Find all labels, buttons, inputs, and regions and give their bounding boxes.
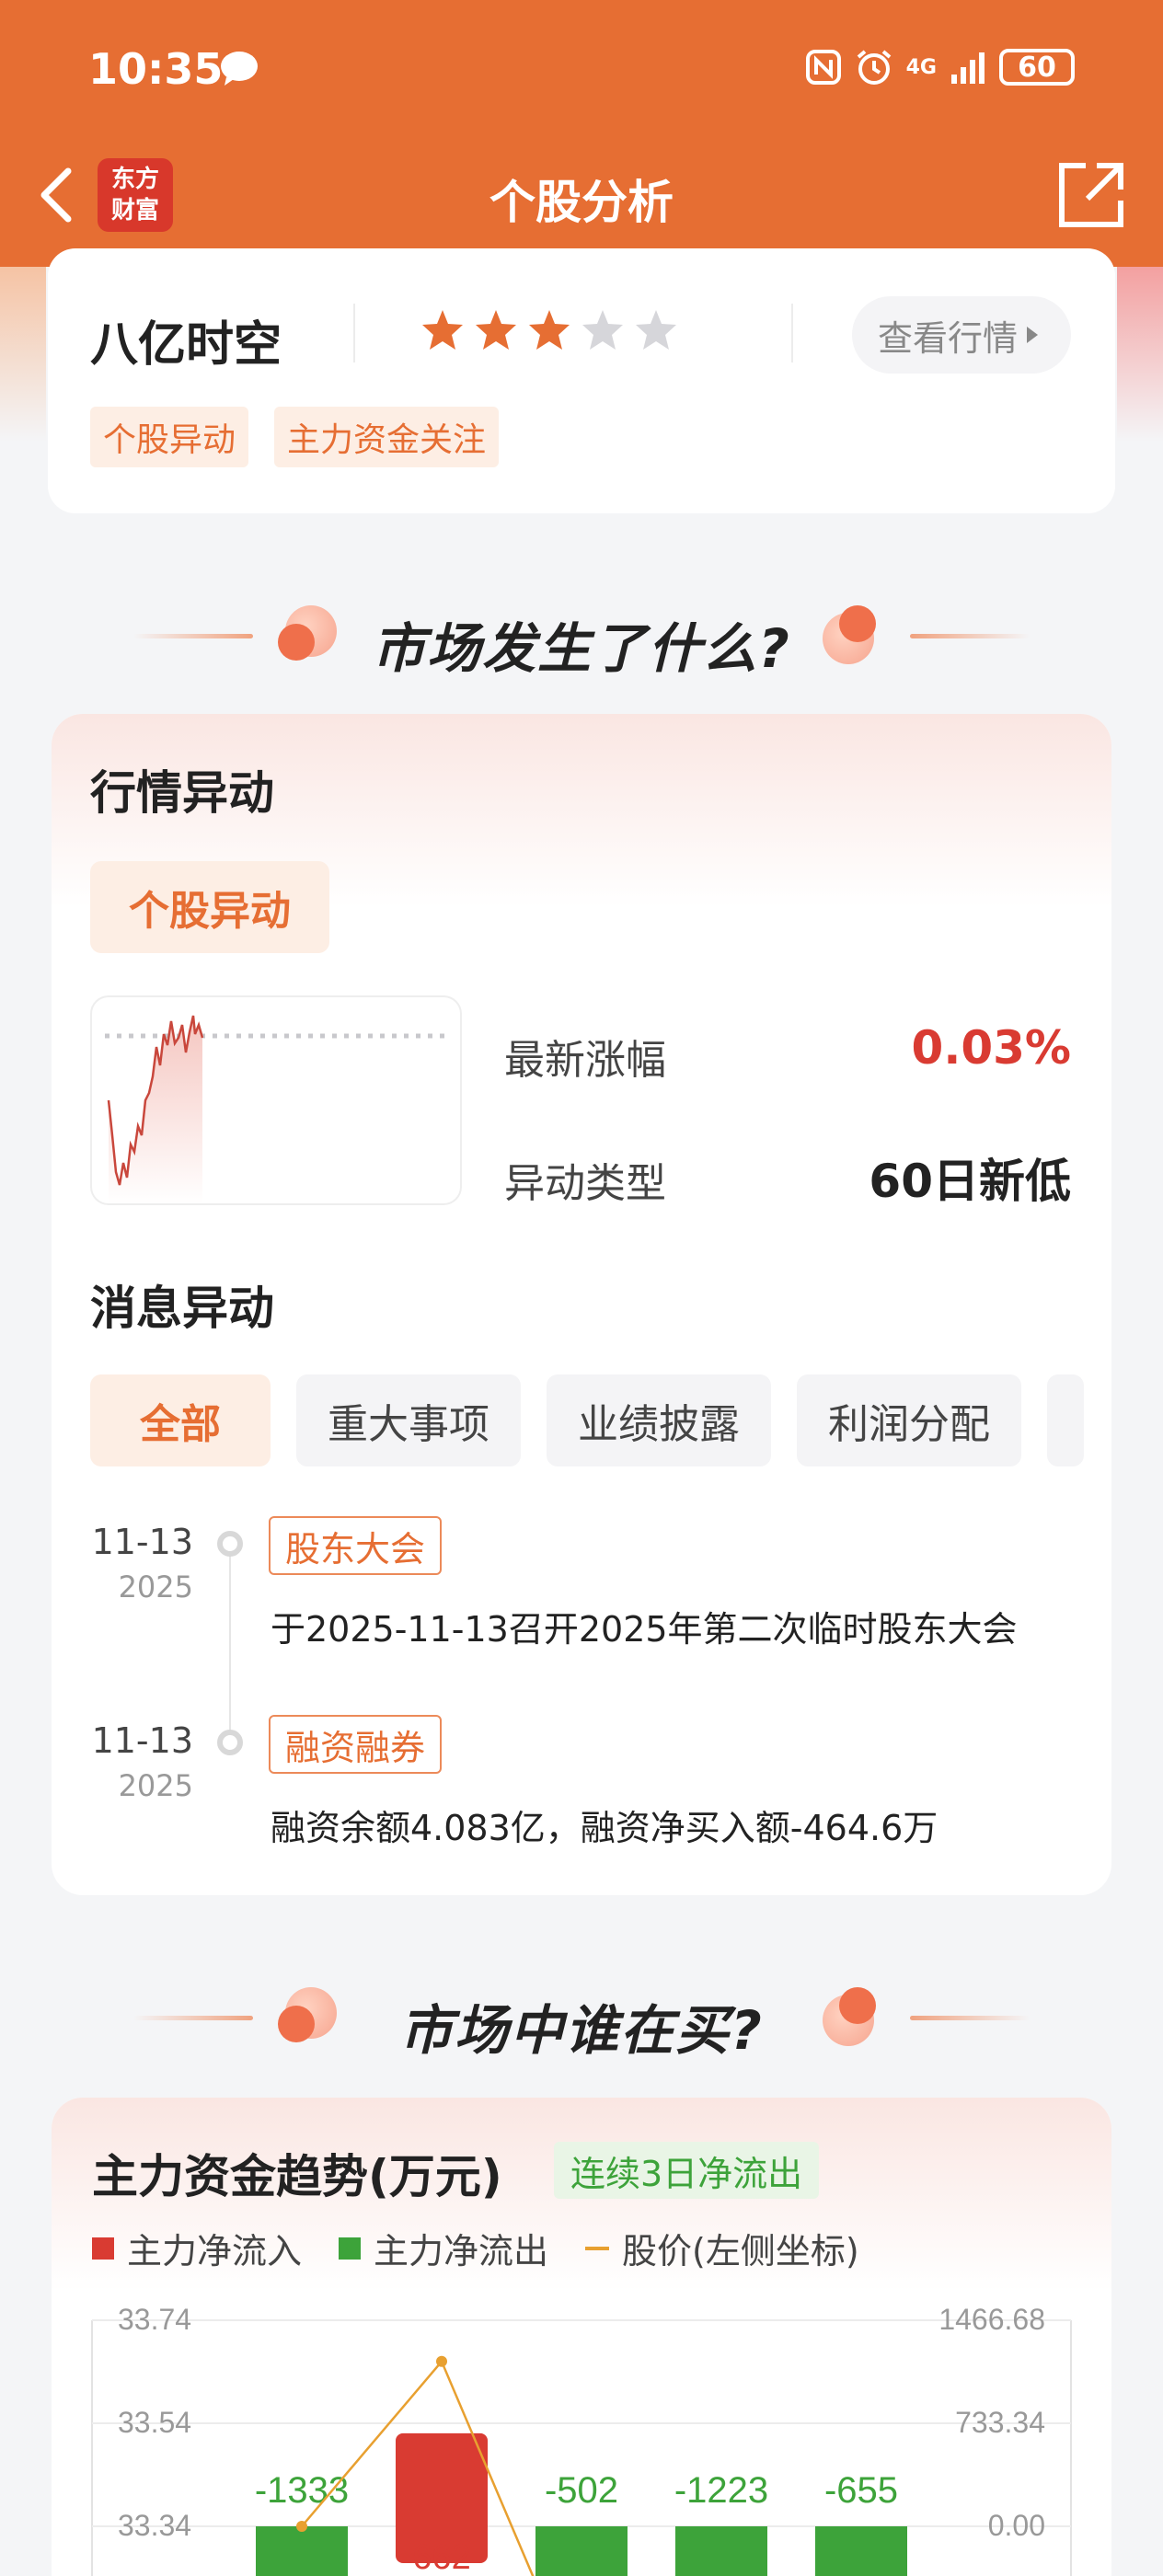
right-tick-label: 733.34 (955, 2406, 1045, 2439)
legend-item: 主力净流入 (92, 2223, 302, 2273)
divider (353, 304, 355, 362)
event-date: 11-13 (91, 1522, 193, 1562)
price-point (296, 2521, 307, 2532)
bar-value-label: 662 (412, 2538, 470, 2576)
intraday-mini-chart[interactable] (90, 995, 462, 1205)
market-anomaly-card: 行情异动 个股异动 最新涨幅 0.03% 异动类型 60日新低 消息异动 全部 … (52, 714, 1111, 1895)
bar-value-label: -502 (545, 2470, 618, 2511)
status-time: 10:35 (88, 44, 224, 94)
stock-tag: 主力资金关注 (274, 407, 500, 467)
section-title: 市场中谁在买? (399, 1999, 764, 2062)
battery-icon: 60 (999, 49, 1075, 86)
news-filter-tabs: 全部 重大事项 业绩披露 利润分配 (90, 1374, 1084, 1466)
decor-ball-icon (823, 1987, 878, 2046)
decor-ball-icon (823, 605, 878, 664)
card-title: 主力资金趋势(万元) (92, 2150, 502, 2203)
legend-swatch (339, 2237, 362, 2260)
star-filled-icon (476, 310, 516, 350)
section-header: 市场发生了什么? (0, 585, 1163, 686)
section-title: 市场发生了什么? (372, 617, 791, 680)
left-tick-label: 33.34 (118, 2509, 191, 2542)
decor-line (910, 634, 1030, 638)
background-glow-right (1117, 267, 1163, 442)
nfc-icon (805, 50, 841, 85)
latest-change-label: 最新涨幅 (504, 1037, 666, 1084)
right-tick-label: 1466.68 (938, 2303, 1045, 2336)
event-text[interactable]: 于2025-11-13召开2025年第二次临时股东大会 (271, 1601, 1018, 1651)
signal-icon (951, 52, 985, 84)
view-quote-button[interactable]: 查看行情 (851, 296, 1071, 374)
news-anomaly-title: 消息异动 (90, 1282, 274, 1335)
outflow-bar (815, 2526, 907, 2576)
latest-change-value: 0.03% (911, 1021, 1071, 1075)
price-point (436, 2355, 447, 2367)
legend-swatch (92, 2237, 114, 2260)
timeline-dot (217, 1531, 243, 1557)
navigation-bar: 东方 财富 个股分析 (0, 147, 1163, 239)
event-year: 2025 (118, 1768, 193, 1803)
share-icon[interactable] (1056, 160, 1126, 230)
legend-item: 主力净流出 (339, 2223, 548, 2273)
legend-item: 股价(左侧坐标) (585, 2223, 859, 2273)
background-glow-left (0, 267, 46, 442)
anomaly-type-label: 异动类型 (504, 1160, 666, 1207)
legend-line (585, 2246, 610, 2250)
stock-name: 八亿时空 (90, 317, 282, 373)
stock-tags: 个股异动 主力资金关注 (90, 407, 500, 467)
left-tick-label: 33.74 (118, 2303, 191, 2336)
stock-header-card: 八亿时空 查看行情 个股异动 主力资金关注 (48, 248, 1115, 513)
left-tick-label: 33.54 (118, 2406, 191, 2439)
status-icons: 4G 60 (805, 48, 1075, 86)
right-tick-label: 0.00 (988, 2509, 1045, 2542)
network-type: 4G (905, 55, 937, 79)
alarm-icon (857, 50, 891, 85)
page-title: 个股分析 (489, 176, 674, 229)
event-date: 11-13 (91, 1720, 193, 1761)
section-header: 市场中谁在买? (0, 1967, 1163, 2068)
star-empty-icon (582, 310, 623, 350)
top-bar: 10:35 4G 60 东方 财富 个股分析 (0, 0, 1163, 267)
outflow-bar (256, 2526, 348, 2576)
event-text[interactable]: 融资余额4.083亿，融资净买入额-464.6万 (271, 1800, 938, 1850)
rating-stars (420, 307, 679, 353)
star-filled-icon (422, 310, 463, 350)
tab-all[interactable]: 全部 (90, 1374, 271, 1466)
timeline-line (229, 1533, 231, 1746)
message-icon (221, 52, 258, 86)
star-filled-icon (529, 310, 570, 350)
chart-legend: 主力净流入 主力净流出 股价(左侧坐标) (92, 2223, 859, 2273)
tab-profit-distribution[interactable]: 利润分配 (797, 1374, 1021, 1466)
star-empty-icon (636, 310, 676, 350)
outflow-bar (535, 2526, 628, 2576)
stock-tag: 个股异动 (90, 407, 249, 467)
event-year: 2025 (118, 1570, 193, 1604)
outflow-bar (675, 2526, 767, 2576)
timeline-dot (217, 1730, 243, 1755)
capital-flow-chart[interactable]: 33.74 1466.68 33.54 733.34 33.34 0.00 -1333 662… (52, 2302, 1111, 2576)
bar-value-label: -655 (824, 2470, 898, 2511)
event-tag: 股东大会 (269, 1516, 443, 1575)
status-bar: 10:35 4G 60 (88, 44, 1075, 99)
net-outflow-badge: 连续3日净流出 (554, 2142, 820, 2199)
anomaly-badge: 个股异动 (90, 861, 329, 953)
chevron-right-icon (1027, 327, 1038, 343)
bar-value-label: -1223 (674, 2470, 768, 2511)
capital-trend-card: 主力资金趋势(万元) 连续3日净流出 主力净流入 主力净流出 股价(左侧坐标) … (52, 2098, 1111, 2576)
tab-major-events[interactable]: 重大事项 (296, 1374, 521, 1466)
card-title: 行情异动 (90, 766, 274, 820)
tab-more[interactable] (1047, 1374, 1084, 1466)
event-tag: 融资融券 (269, 1715, 443, 1774)
divider (791, 304, 793, 362)
tab-earnings[interactable]: 业绩披露 (547, 1374, 771, 1466)
anomaly-type-value: 60日新低 (869, 1155, 1071, 1208)
bar-value-label: -1333 (255, 2470, 349, 2511)
decor-line (910, 2016, 1030, 2020)
